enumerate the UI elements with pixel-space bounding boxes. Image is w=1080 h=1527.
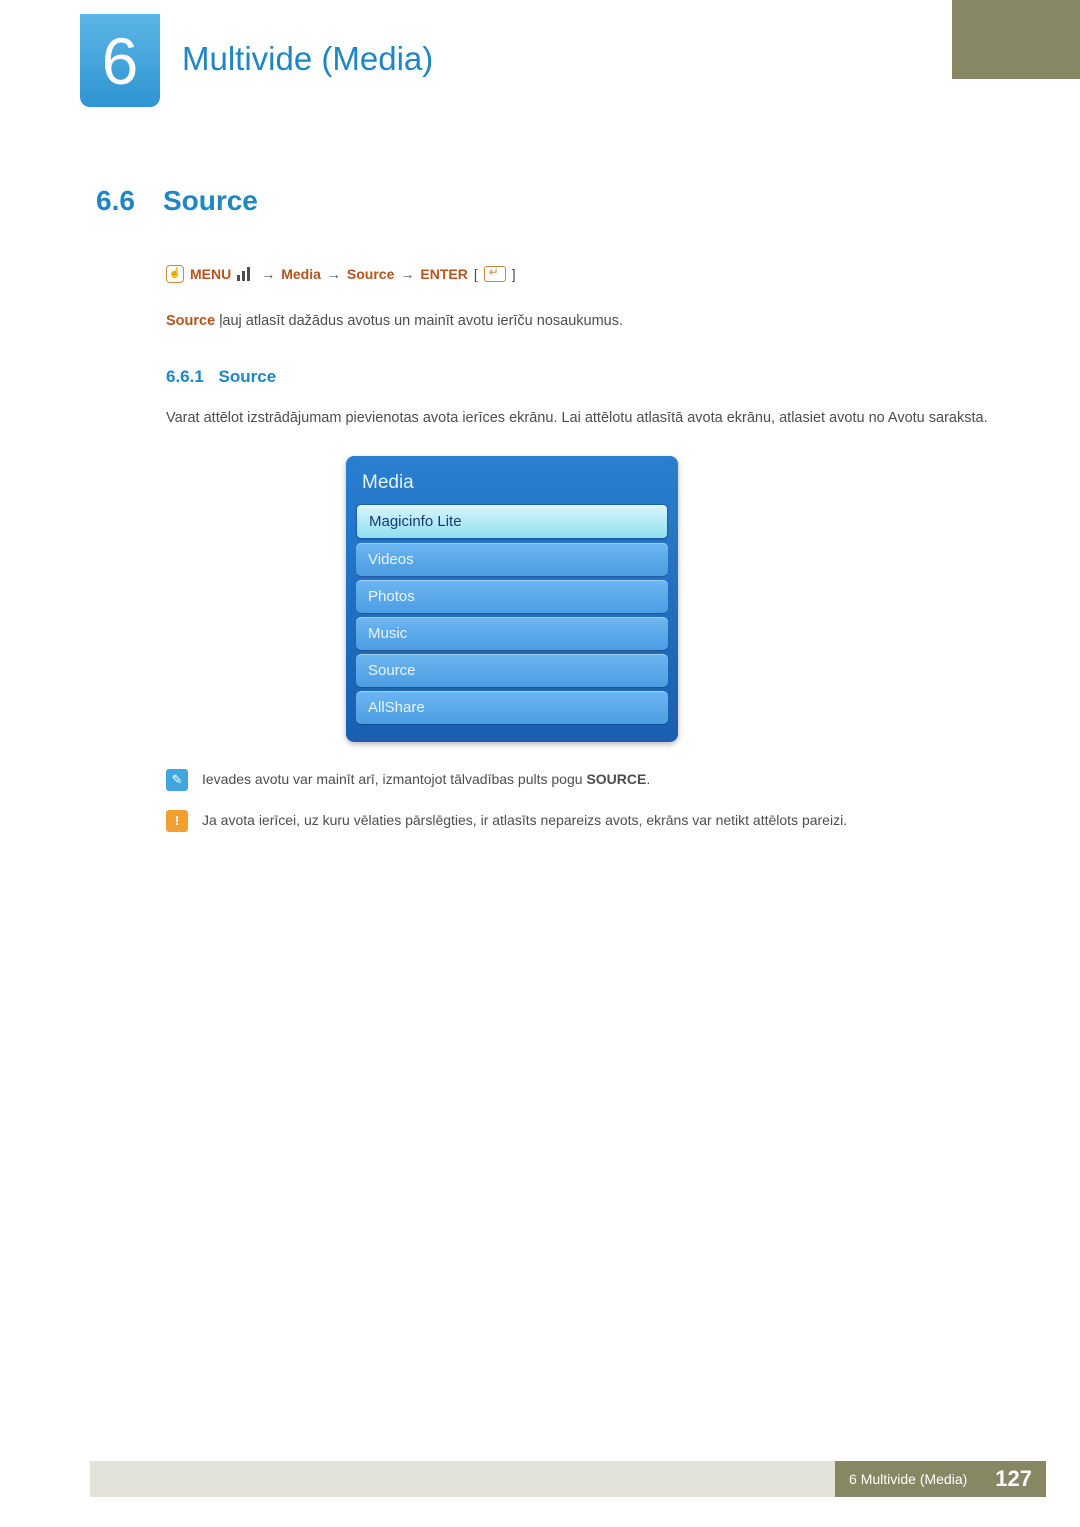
footer-strip — [90, 1461, 835, 1497]
navigation-path: ☝ MENU → Media → Source → ENTER [ ] — [166, 265, 996, 283]
menu-item-magicinfo-lite[interactable]: Magicinfo Lite — [356, 504, 668, 539]
chapter-title: Multivide (Media) — [182, 40, 433, 78]
arrow-icon: → — [400, 266, 414, 282]
chapter-number-tab: 6 — [80, 14, 160, 107]
enter-key-icon — [484, 266, 506, 282]
chapter-number: 6 — [102, 23, 139, 99]
bracket-close: ] — [512, 266, 516, 282]
footer-chapter-ref: 6 Multivide (Media) — [835, 1461, 981, 1497]
menu-item-label: Videos — [368, 551, 414, 568]
menu-item-label: Music — [368, 625, 407, 642]
icon-glyph: ✎ — [172, 770, 183, 791]
nav-enter-label: ENTER — [420, 266, 467, 282]
footer-chapter-num: 6 — [849, 1471, 857, 1487]
info-note-text: Ievades avotu var mainīt arī, izmantojot… — [202, 768, 650, 790]
section-title: Source — [163, 185, 258, 217]
subsection-title: Source — [219, 367, 277, 386]
menu-item-label: Magicinfo Lite — [369, 513, 462, 530]
nav-menu-label: MENU — [190, 266, 231, 282]
section-number: 6.6 — [96, 185, 135, 217]
menu-item-allshare[interactable]: AllShare — [356, 691, 668, 724]
menu-item-videos[interactable]: Videos — [356, 543, 668, 576]
nav-source-label: Source — [347, 266, 394, 282]
arrow-icon: → — [261, 266, 275, 282]
section-heading: 6.6 Source — [96, 185, 996, 217]
menu-item-source[interactable]: Source — [356, 654, 668, 687]
page-content: 6.6 Source ☝ MENU → Media → Source → ENT… — [96, 185, 996, 850]
warning-icon: ! — [166, 810, 188, 832]
media-menu-panel: Media Magicinfo Lite Videos Photos Music… — [346, 456, 678, 742]
subsection-heading: 6.6.1 Source — [166, 367, 996, 387]
icon-glyph: ! — [175, 811, 179, 832]
menu-item-photos[interactable]: Photos — [356, 580, 668, 613]
body-paragraph: Varat attēlot izstrādājumam pievienotas … — [166, 405, 996, 433]
footer-page-number: 127 — [981, 1461, 1046, 1497]
top-olive-decoration — [952, 0, 1080, 79]
bracket-open: [ — [474, 266, 478, 282]
menu-item-label: Photos — [368, 588, 415, 605]
footer-bar: 6 Multivide (Media) 127 — [90, 1461, 1046, 1497]
remote-icon: ☝ — [166, 265, 184, 283]
menu-bars-icon — [237, 267, 255, 281]
nav-media-label: Media — [281, 266, 321, 282]
subsection-number: 6.6.1 — [166, 367, 204, 386]
lead-paragraph: Source ļauj atlasīt dažādus avotus un ma… — [166, 311, 996, 333]
pencil-note-icon: ✎ — [166, 769, 188, 791]
note-text-post: . — [646, 771, 650, 787]
lead-text: ļauj atlasīt dažādus avotus un mainīt av… — [215, 313, 623, 329]
menu-item-music[interactable]: Music — [356, 617, 668, 650]
info-note: ✎ Ievades avotu var mainīt arī, izmantoj… — [166, 768, 996, 791]
menu-item-label: Source — [368, 662, 416, 679]
arrow-icon: → — [327, 266, 341, 282]
menu-item-label: AllShare — [368, 699, 425, 716]
note-text-pre: Ievades avotu var mainīt arī, izmantojot… — [202, 771, 586, 787]
warning-note: ! Ja avota ierīcei, uz kuru vēlaties pār… — [166, 809, 996, 832]
lead-keyword: Source — [166, 313, 215, 329]
warning-note-text: Ja avota ierīcei, uz kuru vēlaties pārsl… — [202, 809, 847, 831]
note-keyword: SOURCE — [586, 771, 646, 787]
footer-chapter-title: Multivide (Media) — [861, 1471, 968, 1487]
media-menu-title: Media — [356, 468, 668, 504]
